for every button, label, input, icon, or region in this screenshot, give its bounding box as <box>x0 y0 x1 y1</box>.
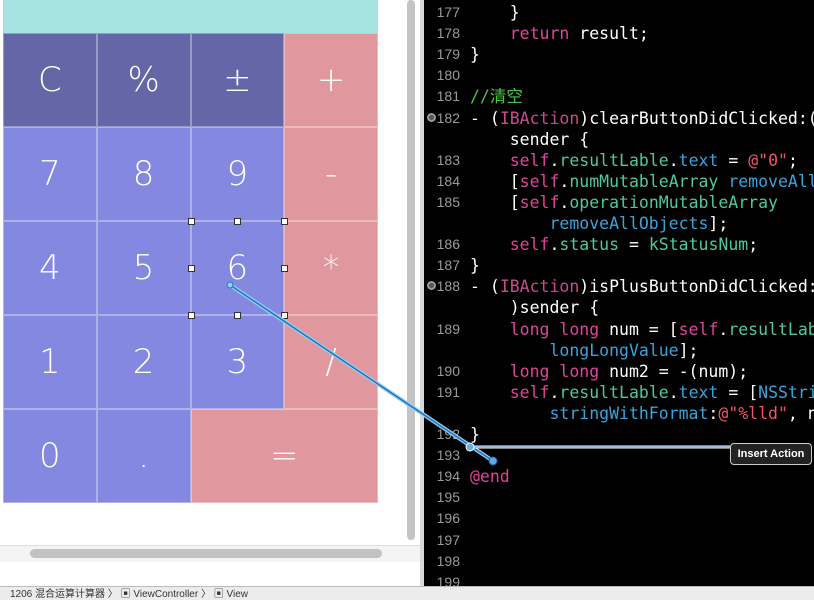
connection-line <box>226 281 730 466</box>
jump-bar[interactable]: 1206 混合运算计算器 〉 ▣ ViewController 〉 ▣ View <box>0 586 814 600</box>
insert-action-tooltip: Insert Action <box>730 443 812 465</box>
jump-bar-path[interactable]: 1206 混合运算计算器 〉 ▣ ViewController 〉 ▣ View <box>0 589 248 600</box>
